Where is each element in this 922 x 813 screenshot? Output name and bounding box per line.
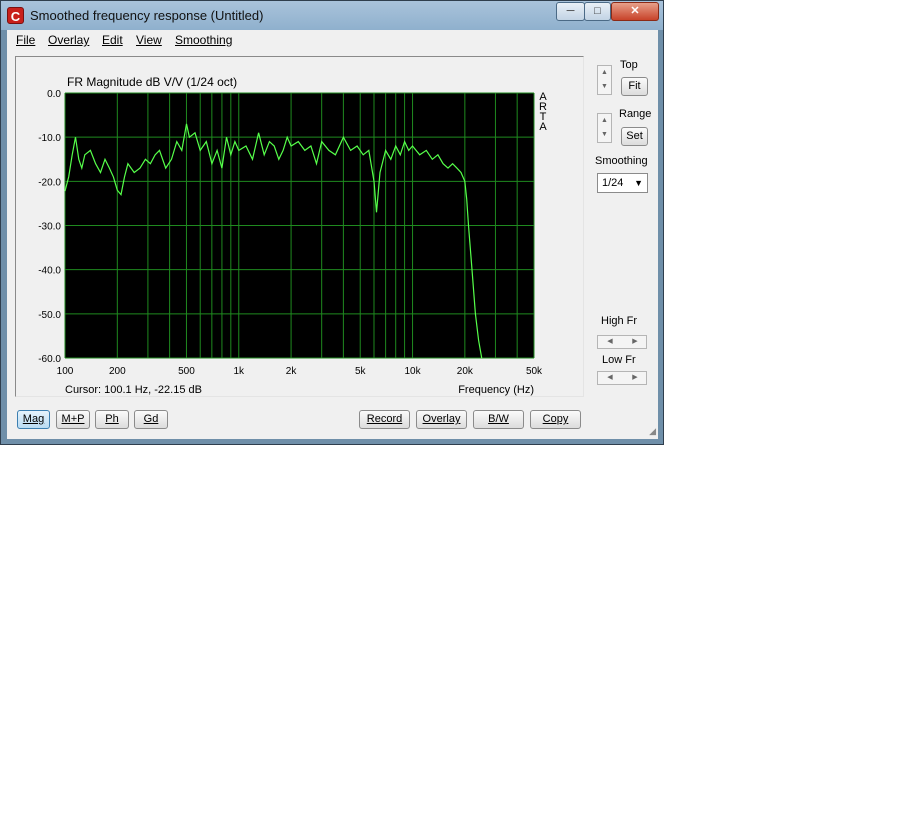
y-tick-label: 0.0 — [47, 89, 61, 100]
y-tick-label: -50.0 — [38, 310, 61, 321]
y-tick-label: -30.0 — [38, 222, 61, 233]
spin-up-icon[interactable]: ▲ — [598, 114, 611, 128]
y-tick-labels: 0.0 -10.0 -20.0 -30.0 -40.0 -50.0 -60.0 — [38, 89, 61, 365]
app-window: C Smoothed frequency response (Untitled)… — [0, 0, 664, 445]
x-tick-label: 100 — [57, 366, 74, 377]
bw-button[interactable]: B/W — [473, 410, 524, 429]
arrow-right-icon[interactable]: ▶ — [623, 336, 647, 348]
chart-title: FR Magnitude dB V/V (1/24 oct) — [67, 75, 237, 89]
x-tick-label: 5k — [355, 366, 367, 377]
maximize-button[interactable]: □ — [584, 2, 611, 21]
range-label: Range — [619, 108, 652, 120]
resize-grip-icon[interactable]: ◢ — [649, 426, 656, 437]
title-bar[interactable]: C Smoothed frequency response (Untitled)… — [1, 1, 663, 30]
app-icon[interactable]: C — [7, 7, 24, 24]
chevron-down-icon: ▼ — [634, 178, 643, 188]
ph-label: Ph — [105, 413, 119, 425]
arrow-left-icon[interactable]: ◀ — [598, 372, 622, 384]
smoothing-value: 1/24 — [602, 177, 624, 189]
arrow-left-icon[interactable]: ◀ — [598, 336, 622, 348]
mp-label: M+P — [61, 413, 85, 425]
copy-button[interactable]: Copy — [530, 410, 581, 429]
menu-bar: File Overlay Edit View Smoothing — [7, 30, 658, 51]
spin-down-icon[interactable]: ▼ — [598, 128, 611, 142]
bw-label: B/W — [488, 413, 509, 425]
plot-frame: FR Magnitude dB V/V (1/24 oct) 0.0 -10.0 -… — [15, 56, 584, 397]
overlay-button[interactable]: Overlay — [416, 410, 467, 429]
close-button[interactable]: ✕ — [611, 2, 659, 21]
x-tick-label: 200 — [109, 366, 126, 377]
menu-smoothing[interactable]: Smoothing — [175, 33, 232, 47]
y-tick-label: -10.0 — [38, 133, 61, 144]
top-spinner[interactable]: ▲ ▼ — [597, 65, 612, 95]
menu-edit[interactable]: Edit — [102, 33, 123, 47]
mag-button[interactable]: Mag — [17, 410, 50, 429]
y-tick-label: -40.0 — [38, 266, 61, 277]
low-fr-label: Low Fr — [602, 354, 636, 366]
smoothing-select[interactable]: 1/24 ▼ — [597, 173, 648, 193]
record-label: Record — [366, 413, 403, 425]
low-fr-slider[interactable]: ◀ ▶ — [597, 371, 647, 385]
top-label: Top — [620, 59, 638, 71]
x-tick-label: 500 — [178, 366, 195, 377]
x-axis-label: Frequency (Hz) — [458, 384, 534, 396]
smoothing-label: Smoothing — [595, 155, 648, 167]
x-tick-label: 1k — [233, 366, 245, 377]
x-tick-label: 2k — [286, 366, 298, 377]
arrow-right-icon[interactable]: ▶ — [623, 372, 647, 384]
menu-view[interactable]: View — [136, 33, 162, 47]
set-button[interactable]: Set — [621, 127, 648, 146]
y-tick-label: -60.0 — [38, 354, 61, 365]
minimize-button[interactable]: ─ — [556, 2, 585, 21]
x-tick-label: 50k — [526, 366, 543, 377]
copy-label: Copy — [542, 413, 569, 425]
menu-overlay[interactable]: Overlay — [48, 33, 89, 47]
window-title: Smoothed frequency response (Untitled) — [30, 8, 264, 23]
range-spinner[interactable]: ▲ ▼ — [597, 113, 612, 143]
side-letter: A — [539, 121, 547, 133]
high-fr-slider[interactable]: ◀ ▶ — [597, 335, 647, 349]
high-fr-label: High Fr — [601, 315, 638, 327]
cursor-readout: Cursor: 100.1 Hz, -22.15 dB — [65, 384, 202, 396]
y-tick-label: -20.0 — [38, 177, 61, 188]
frequency-response-chart[interactable]: FR Magnitude dB V/V (1/24 oct) 0.0 -10.0 -… — [16, 57, 583, 396]
mag-phase-button[interactable]: M+P — [56, 410, 90, 429]
record-button[interactable]: Record — [359, 410, 410, 429]
menu-file[interactable]: File — [16, 33, 35, 47]
group-delay-button[interactable]: Gd — [134, 410, 168, 429]
overlay-label: Overlay — [422, 413, 461, 425]
spin-down-icon[interactable]: ▼ — [598, 80, 611, 94]
fit-button[interactable]: Fit — [621, 77, 648, 96]
x-tick-labels: 100 200 500 1k 2k 5k 10k 20k 50k — [57, 366, 543, 377]
phase-button[interactable]: Ph — [95, 410, 129, 429]
mag-label: Mag — [22, 413, 45, 425]
client-area: FR Magnitude dB V/V (1/24 oct) 0.0 -10.0 -… — [7, 50, 658, 439]
x-tick-label: 20k — [457, 366, 474, 377]
arta-side-label: ARTA — [539, 91, 547, 133]
gd-label: Gd — [143, 413, 159, 425]
x-tick-label: 10k — [404, 366, 421, 377]
spin-up-icon[interactable]: ▲ — [598, 66, 611, 80]
